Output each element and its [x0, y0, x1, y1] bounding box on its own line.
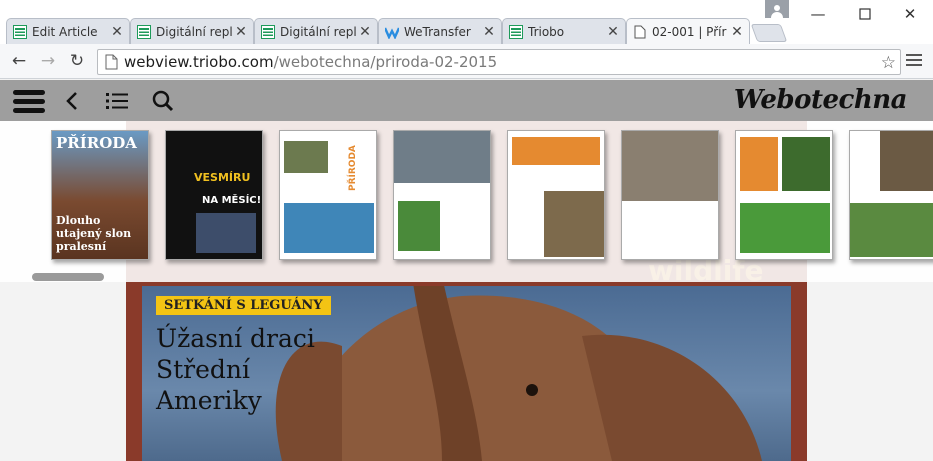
sheet-icon — [13, 24, 27, 39]
page-thumbnail-strip[interactable]: PŘÍRODA Dlouho utajený slon pralesní VESMÍ… — [0, 121, 933, 282]
thumb-title: PŘÍRODA — [348, 145, 358, 191]
tab-title: Edit Article — [32, 24, 98, 39]
new-tab-button[interactable] — [750, 24, 788, 42]
browser-tab[interactable]: WeTransfer ✕ — [378, 18, 502, 44]
article-headline: Úžasní draci Střední Ameriky — [156, 324, 315, 415]
brand-logo: Webotechna — [733, 85, 908, 115]
maximize-icon[interactable] — [855, 4, 875, 24]
forward-icon[interactable]: → — [37, 50, 59, 72]
tab-close-icon[interactable]: ✕ — [111, 25, 123, 39]
browser-menu-icon[interactable] — [906, 54, 922, 69]
tab-close-icon[interactable]: ✕ — [607, 25, 619, 39]
page-thumbnail[interactable] — [507, 130, 605, 260]
address-bar[interactable]: webview.triobo.com/webotechna/priroda-02… — [97, 49, 901, 75]
url-host: webview.triobo.com — [124, 53, 274, 71]
profile-icon[interactable] — [765, 0, 789, 18]
article-kicker: SETKÁNÍ S LEGUÁNY — [156, 296, 331, 315]
table-of-contents-icon[interactable] — [104, 86, 130, 116]
page-thumbnail[interactable]: PŘÍRODA — [279, 130, 377, 260]
tab-title: Triobo — [528, 24, 565, 39]
browser-titlebar: Edit Article ✕ Digitální repl ✕ Digitální re… — [0, 0, 933, 44]
thumb-title: VESMÍRU — [194, 171, 251, 184]
browser-tab[interactable]: Triobo ✕ — [502, 18, 626, 44]
page-thumbnail[interactable] — [393, 130, 491, 260]
browser-toolbar: ← → ↻ webview.triobo.com/webotechna/prir… — [0, 44, 933, 79]
browser-tab[interactable]: Digitální repl ✕ — [130, 18, 254, 44]
reload-icon[interactable]: ↻ — [66, 50, 88, 72]
tab-close-icon[interactable]: ✕ — [731, 25, 743, 39]
tab-title: Digitální repl — [156, 24, 233, 39]
back-icon[interactable]: ← — [8, 50, 30, 72]
wetransfer-icon — [385, 25, 399, 39]
browser-tab[interactable]: Edit Article ✕ — [6, 18, 130, 44]
page-thumbnail[interactable]: VESMÍRU NA MĚSÍC! — [165, 130, 263, 260]
tab-close-icon[interactable]: ✕ — [359, 25, 371, 39]
sheet-icon — [137, 24, 151, 39]
page-icon — [633, 25, 647, 39]
sheet-icon — [509, 24, 523, 39]
minimize-icon[interactable]: — — [808, 4, 828, 24]
back-arrow-icon[interactable] — [62, 86, 82, 116]
thumb-caption: NA MĚSÍC! — [202, 195, 262, 206]
thumb-caption: Dlouho utajený slon pralesní — [56, 214, 132, 253]
page-icon — [105, 54, 118, 70]
sheet-icon — [261, 24, 275, 39]
web-content: SETKÁNÍ S LEGUÁNY Úžasní draci Střední A… — [0, 80, 933, 461]
reader-toolbar: Webotechna — [0, 80, 933, 121]
tab-title: Digitální repl — [280, 24, 357, 39]
tab-title: WeTransfer — [404, 24, 471, 39]
browser-tab[interactable]: 02-001 | Přír ✕ — [626, 18, 750, 44]
page-thumbnail[interactable] — [621, 130, 719, 260]
tab-title: 02-001 | Přír — [652, 24, 727, 39]
close-window-icon[interactable]: ✕ — [900, 4, 920, 24]
page-thumbnail[interactable]: PŘÍRODA Dlouho utajený slon pralesní — [51, 130, 149, 260]
thumbnail-scrollbar[interactable] — [32, 273, 104, 281]
bookmark-star-icon[interactable]: ☆ — [881, 53, 896, 73]
thumb-title: PŘÍRODA — [56, 134, 137, 152]
url-path: /webotechna/priroda-02-2015 — [273, 53, 498, 71]
hamburger-menu-icon[interactable] — [12, 86, 46, 116]
page-thumbnail[interactable] — [849, 130, 933, 260]
search-icon[interactable] — [151, 86, 175, 116]
page-thumbnail[interactable] — [735, 130, 833, 260]
tab-strip: Edit Article ✕ Digitální repl ✕ Digitální re… — [6, 18, 788, 44]
tab-close-icon[interactable]: ✕ — [483, 25, 495, 39]
browser-tab[interactable]: Digitální repl ✕ — [254, 18, 378, 44]
tab-close-icon[interactable]: ✕ — [235, 25, 247, 39]
